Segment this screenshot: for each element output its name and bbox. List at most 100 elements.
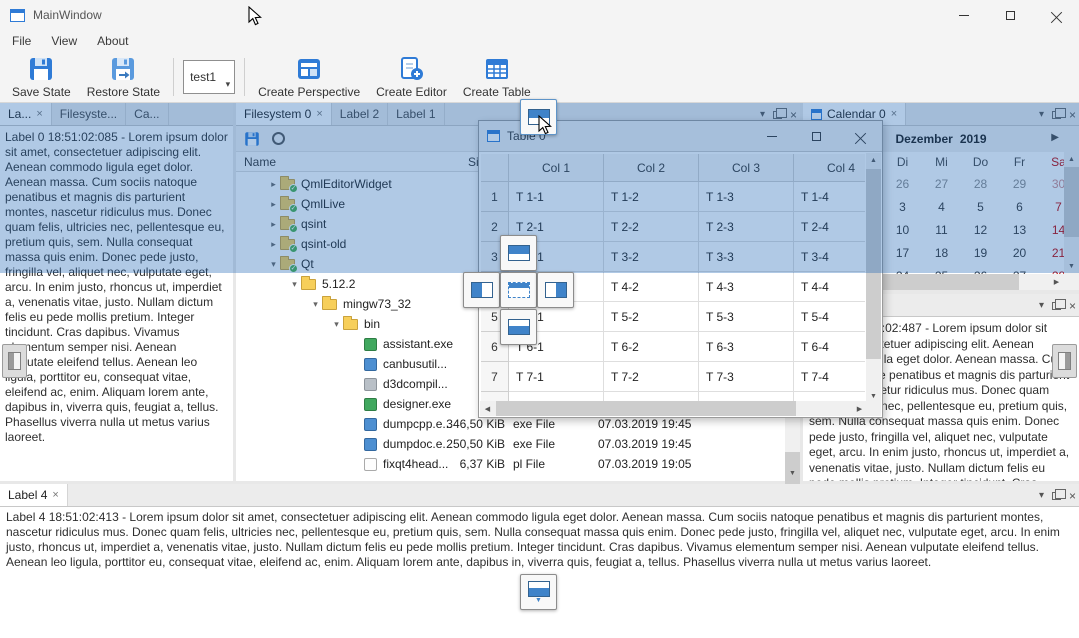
dock-close-icon[interactable]: × xyxy=(1069,490,1076,502)
tab-label1[interactable]: Label 1 xyxy=(388,103,444,125)
table-cell[interactable]: T 7-3 xyxy=(699,362,794,392)
tree-expand-icon[interactable]: ▸ xyxy=(267,179,280,190)
table-cell[interactable]: T 6-2 xyxy=(604,332,699,362)
calendar-day-cell[interactable]: 18 xyxy=(922,241,961,264)
table-row-header[interactable]: 1 xyxy=(481,182,509,212)
calendar-day-cell[interactable]: 3 xyxy=(883,195,922,218)
drop-indicator-top[interactable] xyxy=(520,99,557,135)
drop-indicator-bottom[interactable]: ▼ xyxy=(520,574,557,610)
tab-label4[interactable]: Label 4 × xyxy=(0,484,68,506)
table-column-header[interactable]: Col 2 xyxy=(604,154,699,182)
table-cell[interactable]: T 4-3 xyxy=(699,272,794,302)
calendar-day-cell[interactable]: 4 xyxy=(922,195,961,218)
menu-file[interactable]: File xyxy=(2,30,41,52)
table-cell[interactable]: T 5-2 xyxy=(604,302,699,332)
calendar-day-cell[interactable]: 26 xyxy=(961,264,1000,274)
reload-icon[interactable] xyxy=(272,132,285,145)
calendar-month[interactable]: Dezember xyxy=(895,132,952,146)
scroll-up-button[interactable]: ▲ xyxy=(866,153,881,168)
table-cell[interactable]: T 2-2 xyxy=(604,212,699,242)
calendar-day-cell[interactable]: 20 xyxy=(1000,241,1039,264)
table-cell[interactable]: T 6-3 xyxy=(699,332,794,362)
calendar-vertical-scrollbar[interactable]: ▲ ▼ xyxy=(1064,152,1079,274)
calendar-day-cell[interactable]: 28 xyxy=(961,172,1000,195)
tree-expand-icon[interactable]: ▸ xyxy=(267,219,280,230)
dock-menu-icon[interactable]: ▾ xyxy=(1039,300,1044,311)
drop-indicator-area-bottom[interactable] xyxy=(500,309,537,345)
tab-calendar1[interactable]: Ca... xyxy=(126,103,168,125)
dock-menu-icon[interactable]: ▾ xyxy=(760,109,765,120)
drop-indicator-area-center[interactable] xyxy=(500,272,537,308)
tab-label0[interactable]: La... × xyxy=(0,103,52,125)
table-cell[interactable]: T 5-4 xyxy=(794,302,865,332)
tree-row[interactable]: fixqt4head...6,37 KiBpl File07.03.2019 1… xyxy=(236,454,785,474)
calendar-day-cell[interactable]: 27 xyxy=(1000,264,1039,274)
calendar-day-cell[interactable]: 30 xyxy=(1039,172,1064,195)
minimize-button[interactable] xyxy=(941,0,987,30)
maximize-button[interactable] xyxy=(987,0,1033,30)
tree-expand-icon[interactable]: ▾ xyxy=(309,299,322,310)
scroll-right-button[interactable]: ▶ xyxy=(852,401,867,416)
table-cell[interactable]: T 4-4 xyxy=(794,272,865,302)
tab-close-icon[interactable]: × xyxy=(316,109,322,120)
dock-close-icon[interactable]: × xyxy=(1069,109,1076,121)
calendar-day-cell[interactable]: 29 xyxy=(1000,172,1039,195)
calendar-day-cell[interactable]: 13 xyxy=(1000,218,1039,241)
tab-close-icon[interactable]: × xyxy=(36,109,42,120)
table-cell[interactable]: T 1-3 xyxy=(699,182,794,212)
tree-expand-icon[interactable]: ▸ xyxy=(267,199,280,210)
float-minimize-button[interactable] xyxy=(750,122,794,150)
table-cell[interactable]: T 7-2 xyxy=(604,362,699,392)
float-close-button[interactable] xyxy=(838,122,882,150)
table-cell[interactable]: T 4-2 xyxy=(604,272,699,302)
table-column-header[interactable]: Col 3 xyxy=(699,154,794,182)
create-editor-button[interactable]: Create Editor xyxy=(368,52,455,102)
tree-expand-icon[interactable]: ▾ xyxy=(288,279,301,290)
table-cell[interactable]: T 1-2 xyxy=(604,182,699,212)
create-perspective-button[interactable]: Create Perspective xyxy=(250,52,368,102)
drop-indicator-area-top[interactable] xyxy=(500,235,537,271)
column-header-name[interactable]: Name xyxy=(244,155,276,169)
table-row-header[interactable]: 7 xyxy=(481,362,509,392)
menu-about[interactable]: About xyxy=(87,30,138,52)
tree-expand-icon[interactable]: ▾ xyxy=(330,319,343,330)
drop-indicator-right-edge[interactable] xyxy=(1052,344,1077,378)
calendar-day-cell[interactable]: 5 xyxy=(961,195,1000,218)
tab-filesystem1[interactable]: Filesyste... xyxy=(52,103,126,125)
tab-filesystem0[interactable]: Filesystem 0 × xyxy=(236,103,332,125)
table-vertical-scrollbar[interactable]: ▲ ▼ xyxy=(866,153,881,404)
tree-expand-icon[interactable]: ▾ xyxy=(267,259,280,270)
calendar-day-cell[interactable]: 27 xyxy=(922,172,961,195)
table-cell[interactable]: T 7-4 xyxy=(794,362,865,392)
table-cell[interactable]: T 1-4 xyxy=(794,182,865,212)
table-cell[interactable]: T 3-2 xyxy=(604,242,699,272)
tab-close-icon[interactable]: × xyxy=(52,490,58,501)
tree-row[interactable]: dumpdoc.e...250,50 KiBexe File07.03.2019… xyxy=(236,434,785,454)
calendar-day-cell[interactable]: 10 xyxy=(883,218,922,241)
perspective-combobox[interactable]: test1 ▾ xyxy=(183,60,235,94)
table-cell[interactable]: T 5-3 xyxy=(699,302,794,332)
calendar-day-cell[interactable]: 19 xyxy=(961,241,1000,264)
calendar-day-cell[interactable]: 21 xyxy=(1039,241,1064,264)
table-horizontal-scrollbar[interactable]: ◀ ▶ xyxy=(480,401,867,416)
scroll-down-button[interactable]: ▼ xyxy=(785,466,800,481)
scroll-up-button[interactable]: ▲ xyxy=(1064,152,1079,167)
table-column-header[interactable]: Col 1 xyxy=(509,154,604,182)
tab-close-icon[interactable]: × xyxy=(891,109,897,120)
scroll-down-button[interactable]: ▼ xyxy=(1064,259,1079,274)
calendar-day-cell[interactable]: 7 xyxy=(1039,195,1064,218)
scroll-left-button[interactable]: ◀ xyxy=(480,401,495,416)
table-cell[interactable]: T 3-4 xyxy=(794,242,865,272)
calendar-day-cell[interactable]: 6 xyxy=(1000,195,1039,218)
drop-indicator-left-edge[interactable] xyxy=(2,344,27,378)
restore-state-button[interactable]: Restore State xyxy=(79,52,168,102)
dock-menu-icon[interactable]: ▾ xyxy=(1039,490,1044,501)
save-icon[interactable] xyxy=(244,131,260,147)
table-cell[interactable]: T 6-4 xyxy=(794,332,865,362)
scrollbar-thumb[interactable] xyxy=(1064,167,1079,237)
tree-expand-icon[interactable]: ▸ xyxy=(267,239,280,250)
table-cell[interactable]: T 1-1 xyxy=(509,182,604,212)
floating-window-table0[interactable]: Table 0 Col 1Col 2Col 3Col 4 12345678 T … xyxy=(478,120,883,418)
menu-view[interactable]: View xyxy=(41,30,87,52)
calendar-year[interactable]: 2019 xyxy=(960,132,987,146)
